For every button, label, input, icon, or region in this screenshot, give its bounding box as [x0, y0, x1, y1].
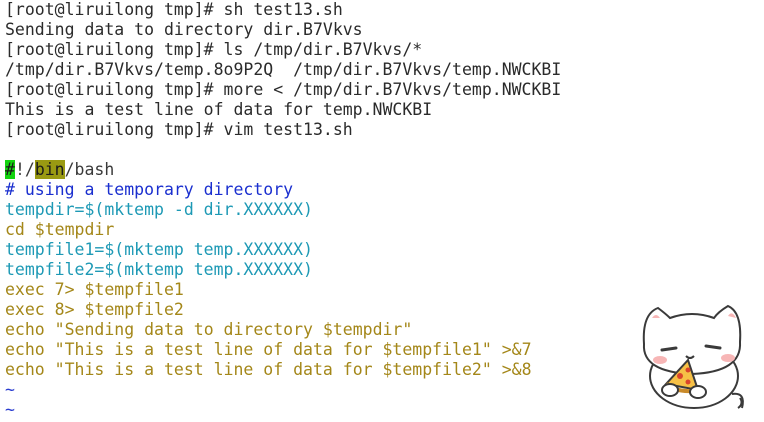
code-rest: =$(mktemp temp.XXXXXX) — [94, 260, 313, 279]
code-rest: "This is a test line of data for $tempfi… — [44, 340, 532, 359]
code-command: echo — [5, 320, 45, 339]
editor-code-line: cd $tempdir — [5, 220, 625, 240]
shebang-bin: bin — [34, 160, 65, 179]
editor-code-line: exec 7> $tempfile1 — [5, 280, 625, 300]
editor-code-line: echo "Sending data to directory $tempdir… — [5, 320, 625, 340]
code-command: exec — [5, 300, 45, 319]
code-rest: =$(mktemp -d dir.XXXXXX) — [74, 200, 313, 219]
editor-code-line: exec 8> $tempfile2 — [5, 300, 625, 320]
code-variable: tempdir — [5, 200, 75, 219]
code-rest: "Sending data to directory $tempdir" — [44, 320, 413, 339]
code-rest: 7> $tempfile1 — [44, 280, 184, 299]
terminal-line: [root@liruilong tmp]# ls /tmp/dir.B7Vkvs… — [5, 40, 423, 59]
editor-empty-marker: ~ — [5, 400, 15, 419]
shebang-rest: /bash — [64, 160, 115, 179]
cat-eating-pizza-icon — [636, 298, 754, 414]
editor-code-line: tempdir=$(mktemp -d dir.XXXXXX) — [5, 200, 625, 220]
terminal-line: Sending data to directory dir.B7Vkvs — [5, 20, 363, 39]
shebang-bang: !/ — [14, 160, 35, 179]
code-command: echo — [5, 340, 45, 359]
code-variable: tempfile2 — [5, 260, 95, 279]
terminal-line: [root@liruilong tmp]# more < /tmp/dir.B7… — [5, 80, 562, 99]
code-command: exec — [5, 280, 45, 299]
code-variable: tempfile1 — [5, 240, 95, 259]
editor-code-line: tempfile2=$(mktemp temp.XXXXXX) — [5, 260, 625, 280]
terminal-line: /tmp/dir.B7Vkvs/temp.8o9P2Q /tmp/dir.B7V… — [5, 60, 562, 79]
shebang-hash: # — [5, 160, 15, 179]
editor-comment-line: # using a temporary directory — [5, 180, 294, 199]
terminal-line: [root@liruilong tmp]# vim test13.sh — [5, 120, 353, 139]
editor-code-line: echo "This is a test line of data for $t… — [5, 340, 625, 360]
code-command: echo — [5, 360, 45, 379]
editor-code-line: echo "This is a test line of data for $t… — [5, 360, 625, 380]
terminal-line: [root@liruilong tmp]# sh test13.sh — [5, 0, 343, 19]
editor-empty-marker: ~ — [5, 380, 15, 399]
code-rest: $tempdir — [24, 220, 115, 239]
editor-code-line: tempfile1=$(mktemp temp.XXXXXX) — [5, 240, 625, 260]
terminal-line: This is a test line of data for temp.NWC… — [5, 100, 433, 119]
terminal-window[interactable]: [root@liruilong tmp]# sh test13.sh Sendi… — [5, 0, 625, 420]
code-rest: "This is a test line of data for $tempfi… — [44, 360, 532, 379]
code-rest: =$(mktemp temp.XXXXXX) — [94, 240, 313, 259]
code-rest: 8> $tempfile2 — [44, 300, 184, 319]
editor-shebang-line: #!/bin/bash — [5, 160, 625, 180]
code-command: cd — [5, 220, 25, 239]
